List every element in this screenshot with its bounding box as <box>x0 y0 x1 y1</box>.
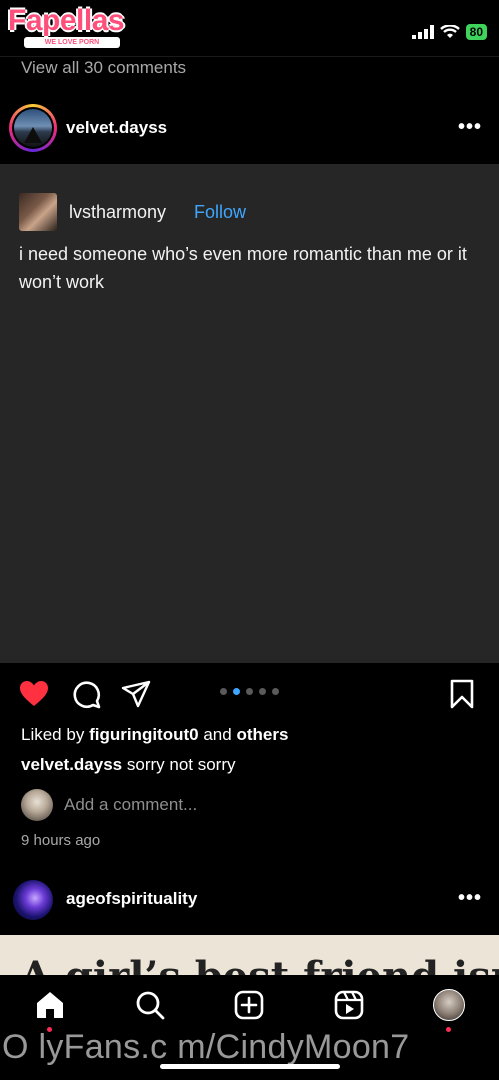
status-icons: 80 <box>411 22 487 42</box>
post-timestamp: 9 hours ago <box>21 832 101 849</box>
comment-icon[interactable] <box>70 678 102 710</box>
next-post-username[interactable]: ageofspirituality <box>66 889 197 909</box>
my-avatar <box>21 789 53 821</box>
more-options-icon[interactable]: ••• <box>458 888 482 908</box>
signal-icon <box>411 25 434 39</box>
quoted-follow-button: Follow <box>194 202 247 222</box>
likes-prefix: Liked by <box>21 725 85 744</box>
share-icon[interactable] <box>120 678 152 710</box>
carousel-dot <box>272 688 279 695</box>
status-bar: Fapellas WE LOVE PORN 80 <box>0 0 499 56</box>
search-icon[interactable] <box>134 989 166 1021</box>
caption: velvet.dayss sorry not sorry <box>21 755 236 775</box>
next-post-media-text: A girl’s best friend isn’t <box>20 953 499 975</box>
add-comment-input[interactable]: Add a comment... <box>64 795 197 815</box>
carousel-dot-active <box>233 688 240 695</box>
carousel-dot <box>259 688 266 695</box>
view-comments-link[interactable]: View all 30 comments <box>21 58 186 78</box>
carousel-dot <box>246 688 253 695</box>
post-media[interactable] <box>0 164 499 663</box>
wifi-icon <box>439 25 460 38</box>
like-icon[interactable] <box>18 678 50 710</box>
save-icon[interactable] <box>446 678 478 710</box>
quoted-text: i need someone who’s even more romantic … <box>19 244 467 292</box>
likes-and: and <box>203 725 232 744</box>
watermark-footer: O lyFans.c m/CindyMoon7 <box>2 1028 410 1066</box>
post-username[interactable]: velvet.dayss <box>66 118 167 138</box>
divider <box>0 56 499 57</box>
home-indicator <box>160 1064 340 1069</box>
battery-indicator: 80 <box>465 24 487 40</box>
reels-icon[interactable] <box>333 989 365 1021</box>
more-options-icon[interactable]: ••• <box>458 117 482 137</box>
caption-username[interactable]: velvet.dayss <box>21 755 122 774</box>
caption-text: sorry not sorry <box>126 755 236 774</box>
next-post-media[interactable]: A girl’s best friend isn’t <box>0 935 499 975</box>
story-avatar[interactable] <box>9 104 57 152</box>
quoted-avatar <box>19 193 57 231</box>
liked-by-others[interactable]: others <box>236 725 288 744</box>
create-icon[interactable] <box>233 989 265 1021</box>
watermark-logo: Fapellas WE LOVE PORN <box>8 4 125 48</box>
home-icon[interactable] <box>34 989 66 1021</box>
next-post-avatar[interactable] <box>13 880 53 920</box>
carousel-indicator <box>220 688 279 695</box>
avatar-image <box>14 109 52 147</box>
carousel-dot <box>220 688 227 695</box>
likes-summary[interactable]: Liked by figuringitout0 and others <box>21 725 288 745</box>
quoted-username: lvstharmony <box>69 202 167 222</box>
profile-avatar[interactable] <box>433 989 465 1021</box>
notification-dot <box>446 1027 451 1032</box>
liked-by-user[interactable]: figuringitout0 <box>89 725 199 744</box>
